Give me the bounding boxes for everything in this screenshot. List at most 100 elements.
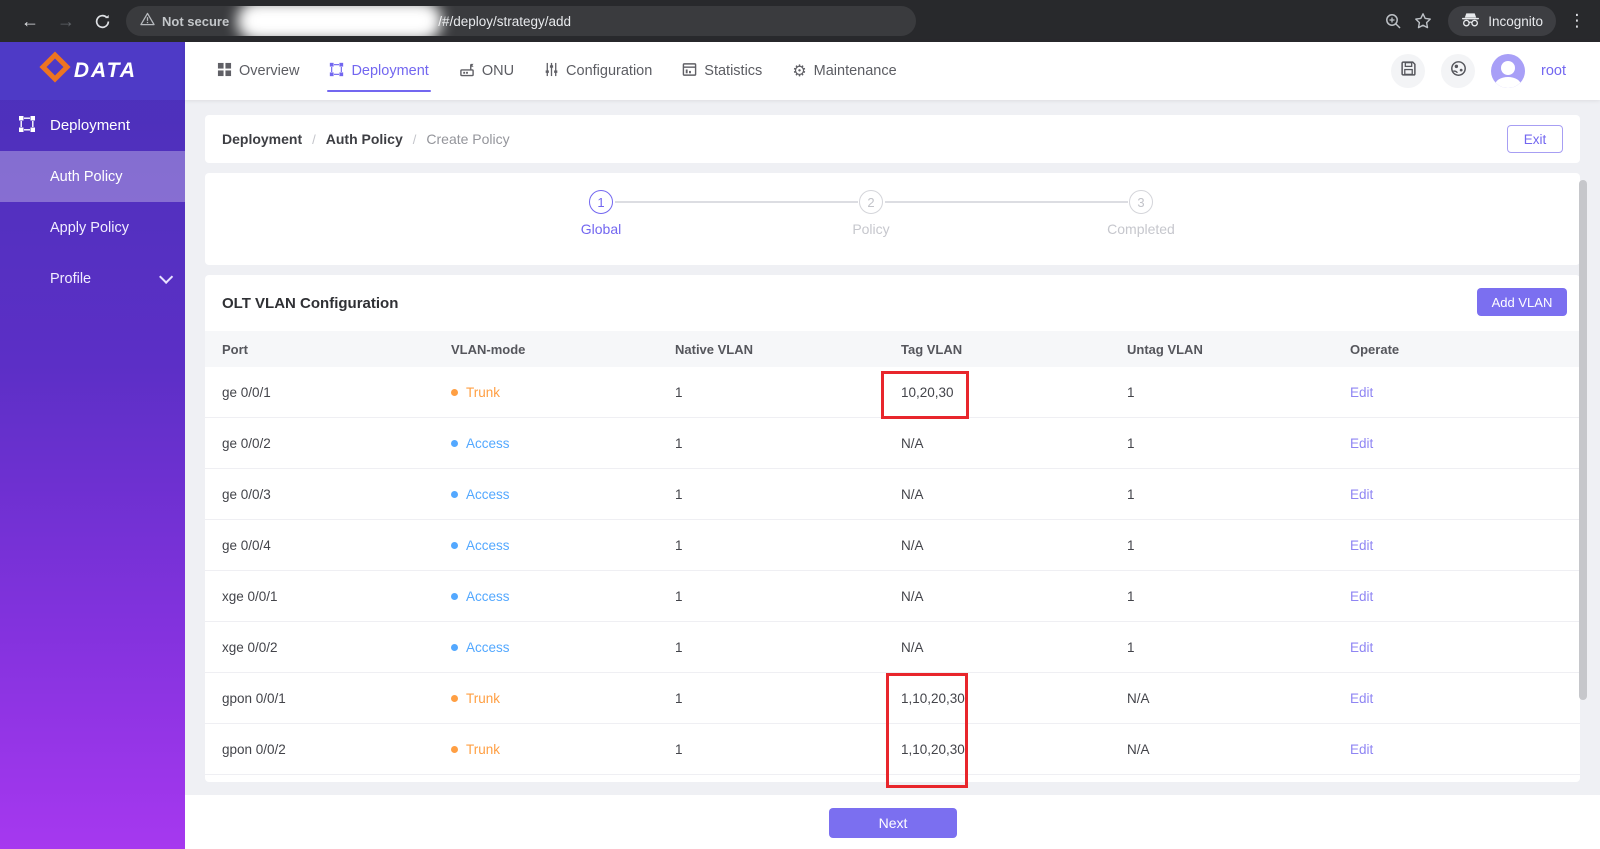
port-value: xge 0/0/2 [222, 639, 278, 655]
port-value: xge 0/0/1 [222, 588, 278, 604]
tab-configuration[interactable]: Configuration [544, 42, 652, 100]
tag-vlan-value: N/A [901, 486, 924, 502]
incognito-label: Incognito [1488, 13, 1543, 29]
tab-deployment[interactable]: Deployment [327, 42, 432, 100]
step-policy: 2 Policy [806, 190, 936, 237]
port-value: ge 0/0/4 [222, 537, 271, 553]
table-row: ge 0/0/3 Access 1 N/A 1 Edit [205, 469, 1580, 520]
bookmark-star-icon[interactable] [1408, 6, 1438, 36]
tab-maintenance[interactable]: ⚙ Maintenance [792, 42, 896, 100]
breadcrumb-item[interactable]: Auth Policy [326, 131, 403, 147]
reload-icon[interactable] [84, 5, 120, 37]
table-row: xge 0/0/1 Access 1 N/A 1 Edit [205, 571, 1580, 622]
mode-status-dot-icon [451, 592, 458, 600]
browser-menu-icon[interactable]: ⋮ [1566, 11, 1588, 31]
language-button[interactable] [1441, 54, 1475, 88]
sidebar-item-profile[interactable]: Profile [0, 253, 185, 304]
mode-status-dot-icon [451, 643, 458, 651]
username[interactable]: root [1541, 63, 1566, 79]
deployment-frame-icon [18, 115, 36, 137]
save-button[interactable] [1391, 54, 1425, 88]
incognito-icon [1461, 12, 1480, 30]
untag-vlan-value: 1 [1127, 486, 1135, 502]
configuration-sliders-icon [544, 62, 559, 81]
edit-link[interactable]: Edit [1350, 538, 1373, 553]
edit-link[interactable]: Edit [1350, 742, 1373, 757]
header-actions: root [1391, 54, 1600, 88]
vlan-mode-value: Access [466, 435, 510, 451]
redacted-host-blur [237, 6, 443, 36]
native-vlan-value: 1 [675, 741, 683, 757]
sidebar: DATA Deployment Auth Policy Apply Policy… [0, 42, 185, 849]
step-number: 2 [859, 190, 883, 214]
sidebar-item-apply-policy[interactable]: Apply Policy [0, 202, 185, 253]
native-vlan-value: 1 [675, 690, 683, 706]
app-header: Overview Deployment ONU Configuration St… [185, 42, 1600, 100]
port-value: ge 0/0/2 [222, 435, 271, 451]
port-value: ge 0/0/1 [222, 384, 271, 400]
edit-link[interactable]: Edit [1350, 436, 1373, 451]
mode-status-dot-icon [451, 490, 458, 498]
zoom-search-icon[interactable] [1378, 6, 1408, 36]
edit-link[interactable]: Edit [1350, 691, 1373, 706]
tag-vlan-value: N/A [901, 588, 924, 604]
mode-status-dot-icon [451, 388, 458, 396]
edit-link[interactable]: Edit [1350, 487, 1373, 502]
step-number: 1 [589, 190, 613, 214]
tab-statistics[interactable]: Statistics [682, 42, 762, 100]
table-row: xge 0/0/2 Access 1 N/A 1 Edit [205, 622, 1580, 673]
port-value: gpon 0/0/2 [222, 741, 286, 757]
section-title: OLT VLAN Configuration [222, 294, 399, 312]
native-vlan-value: 1 [675, 384, 683, 400]
onu-device-icon [459, 62, 475, 81]
maintenance-gear-icon: ⚙ [792, 61, 807, 80]
add-vlan-button[interactable]: Add VLAN [1477, 288, 1567, 316]
address-bar[interactable]: Not secure /#/deploy/strategy/add [126, 6, 916, 36]
url-path: /#/deploy/strategy/add [438, 13, 572, 29]
warning-icon [140, 12, 155, 31]
step-completed: 3 Completed [1076, 190, 1206, 237]
edit-link[interactable]: Edit [1350, 589, 1373, 604]
tag-vlan-highlight-box [886, 673, 968, 788]
breadcrumb-item[interactable]: Deployment [222, 131, 302, 147]
next-button[interactable]: Next [829, 808, 957, 838]
sidebar-item-auth-policy[interactable]: Auth Policy [0, 151, 185, 202]
logo[interactable]: DATA [0, 42, 185, 100]
footer-bar: Next [185, 795, 1600, 849]
native-vlan-value: 1 [675, 588, 683, 604]
vlan-mode-value: Access [466, 537, 510, 553]
sidebar-item-deployment[interactable]: Deployment [0, 100, 185, 151]
untag-vlan-value: N/A [1127, 690, 1150, 706]
port-value: gpon 0/0/1 [222, 690, 286, 706]
vlan-mode-value: Trunk [466, 690, 501, 706]
edit-link[interactable]: Edit [1350, 385, 1373, 400]
back-icon[interactable]: ← [12, 5, 48, 37]
edit-link[interactable]: Edit [1350, 640, 1373, 655]
mode-status-dot-icon [451, 439, 458, 447]
step-global: 1 Global [536, 190, 666, 237]
forward-icon[interactable]: → [48, 5, 84, 37]
browser-chrome: ← → Not secure /#/deploy/strategy/add In… [0, 0, 1600, 42]
col-operate: Operate [1350, 341, 1400, 357]
sidebar-item-label: Profile [50, 270, 92, 287]
tab-onu[interactable]: ONU [459, 42, 514, 100]
vlan-mode-value: Access [466, 588, 510, 604]
tab-overview[interactable]: Overview [217, 42, 299, 100]
tag-vlan-value: N/A [901, 537, 924, 553]
vlan-mode-value: Trunk [466, 384, 501, 400]
scrollbar[interactable] [1579, 180, 1587, 700]
top-nav: Overview Deployment ONU Configuration St… [185, 42, 897, 100]
table-header: Port VLAN-mode Native VLAN Tag VLAN Unta… [205, 331, 1580, 367]
col-tag-vlan: Tag VLAN [901, 341, 963, 357]
user-avatar[interactable] [1491, 54, 1525, 88]
native-vlan-value: 1 [675, 639, 683, 655]
col-native-vlan: Native VLAN [675, 341, 754, 357]
sidebar-item-label: Auth Policy [50, 168, 123, 185]
native-vlan-value: 1 [675, 435, 683, 451]
sidebar-section-label: Deployment [50, 117, 131, 134]
tag-vlan-value: N/A [901, 435, 924, 451]
step-label: Completed [1107, 221, 1175, 237]
col-port: Port [222, 341, 248, 357]
logo-diamond-icon [39, 51, 71, 83]
exit-button[interactable]: Exit [1507, 125, 1563, 153]
